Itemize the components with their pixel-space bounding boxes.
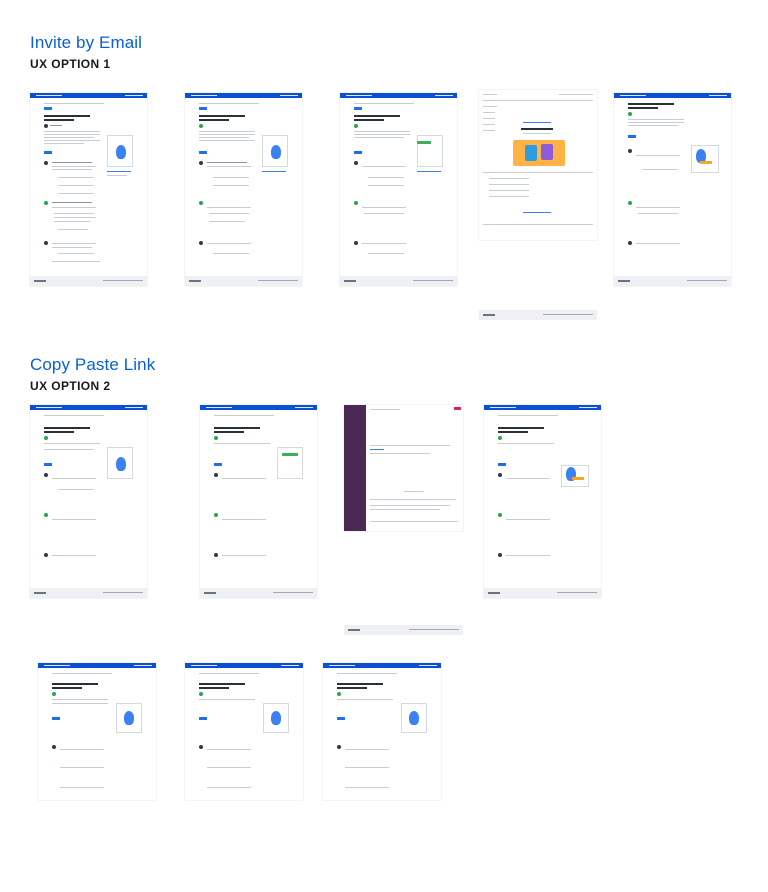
email-client-thumbnail[interactable]: [479, 90, 597, 240]
section-title-invite-by-email: Invite by Email: [30, 33, 143, 52]
screenshot-thumbnail[interactable]: [340, 93, 457, 286]
screenshot-thumbnail[interactable]: [614, 93, 731, 286]
screenshot-thumbnail[interactable]: [30, 93, 147, 286]
screenshot-thumbnail[interactable]: [30, 405, 147, 598]
email-footer-strip: [479, 310, 597, 320]
section-subtitle-ux-option-2: UX OPTION 2: [30, 379, 111, 393]
section-title-copy-paste-link: Copy Paste Link: [30, 355, 156, 374]
section-subtitle-ux-option-1: UX OPTION 1: [30, 57, 111, 71]
screenshot-thumbnail[interactable]: [185, 93, 302, 286]
screenshot-thumbnail[interactable]: [323, 663, 441, 800]
slack-footer-strip: [344, 625, 463, 635]
slack-thumbnail[interactable]: [344, 405, 463, 531]
screenshot-thumbnail[interactable]: [200, 405, 317, 598]
screenshot-thumbnail[interactable]: [484, 405, 601, 598]
screenshot-thumbnail[interactable]: [38, 663, 156, 800]
screenshot-thumbnail[interactable]: [185, 663, 303, 800]
